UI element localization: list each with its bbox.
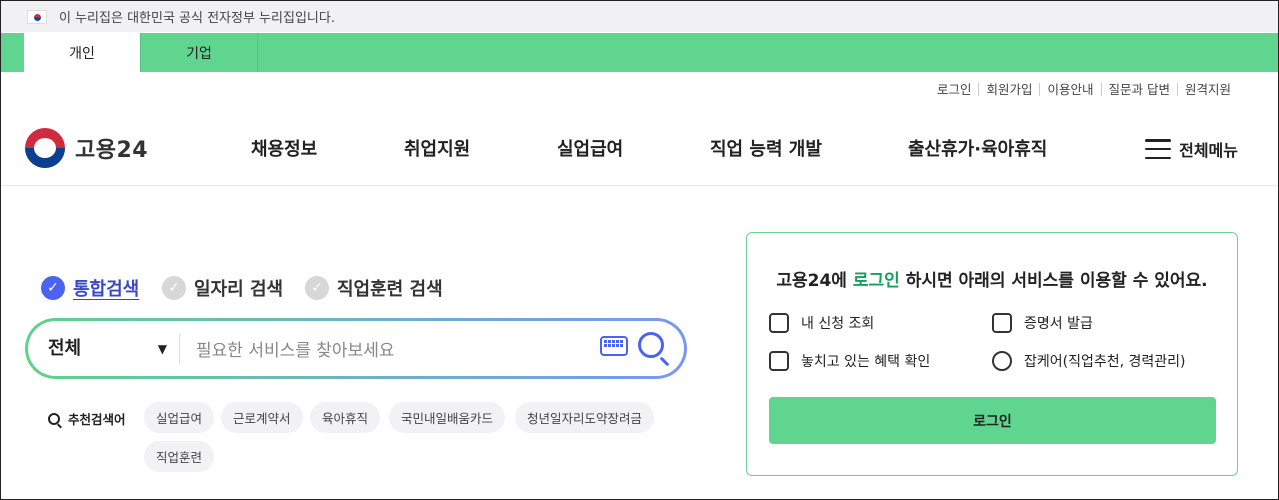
- search-icon: [48, 412, 60, 425]
- hamburger-icon: [1145, 139, 1172, 159]
- header-divider: [1, 185, 1278, 186]
- caret-down-icon: ▼: [157, 341, 167, 356]
- service-label: 증명서 발급: [1024, 316, 1093, 332]
- search-scope-select[interactable]: 전체 ▼: [28, 333, 180, 364]
- qna-link[interactable]: 질문과 답변: [1100, 83, 1177, 96]
- checklist-icon: [769, 313, 789, 333]
- search-box: 전체 ▼ 필요한 서비스를 찾아보세요: [25, 318, 687, 379]
- keyboard-icon[interactable]: [600, 336, 628, 356]
- recommended-label-text: 추천검색어: [68, 412, 126, 427]
- login-link[interactable]: 로그인: [930, 83, 979, 96]
- jobcare-icon: [992, 351, 1012, 371]
- title-text: 하시면 아래의 서비스를 이용할 수 있어요.: [899, 271, 1208, 291]
- login-card-title: 고용24에 로그인 하시면 아래의 서비스를 이용할 수 있어요.: [747, 266, 1237, 291]
- keyword-chip[interactable]: 국민내일배움카드: [389, 402, 506, 433]
- site-logo[interactable]: 고용24: [25, 128, 148, 168]
- taegeuk-logo-icon: [25, 128, 65, 168]
- login-button[interactable]: 로그인: [769, 397, 1216, 444]
- search-type-label: 직업훈련 검색: [337, 279, 443, 300]
- keyword-chip[interactable]: 실업급여: [144, 402, 215, 433]
- signup-link[interactable]: 회원가입: [978, 83, 1039, 96]
- search-type-label: 통합검색: [73, 279, 140, 300]
- service-label: 잡케어(직업추천, 경력관리): [1024, 354, 1186, 370]
- all-menu-label: 전체메뉴: [1179, 141, 1238, 160]
- login-card: 고용24에 로그인 하시면 아래의 서비스를 이용할 수 있어요. 내 신청 조…: [746, 232, 1238, 476]
- search-type-training[interactable]: ✓ 직업훈련 검색: [305, 275, 443, 301]
- remote-support-link[interactable]: 원격지원: [1176, 83, 1238, 96]
- logo-text: 고용24: [75, 138, 149, 163]
- recommended-keywords-label: 추천검색어: [48, 409, 126, 428]
- nav-vocational-training[interactable]: 직업 능력 개발: [710, 135, 822, 161]
- nav-parental-leave[interactable]: 출산휴가·육아휴직: [908, 135, 1047, 161]
- keyword-chip[interactable]: 육아휴직: [310, 402, 381, 433]
- gov-banner-text: 이 누리집은 대한민국 공식 전자정부 누리집입니다.: [59, 11, 335, 26]
- search-icon[interactable]: [638, 332, 664, 358]
- service-missed-benefits: 놓치고 있는 혜택 확인: [769, 351, 930, 371]
- title-text: 고용24에: [776, 271, 853, 291]
- service-label: 놓치고 있는 혜택 확인: [801, 354, 931, 370]
- guide-link[interactable]: 이용안내: [1039, 83, 1100, 96]
- nav-unemployment-benefit[interactable]: 실업급여: [557, 135, 623, 161]
- title-highlight: 로그인: [852, 271, 900, 291]
- user-type-tabs: 개인 기업: [1, 33, 1278, 72]
- nav-employment-support[interactable]: 취업지원: [404, 135, 470, 161]
- tab-business[interactable]: 기업: [141, 33, 258, 72]
- nav-job-info[interactable]: 채용정보: [251, 135, 317, 161]
- keyword-chip[interactable]: 청년일자리도약장려금: [515, 402, 655, 433]
- keyword-chip[interactable]: 근로계약서: [221, 402, 303, 433]
- keyword-chip[interactable]: 직업훈련: [144, 441, 215, 472]
- search-type-jobs[interactable]: ✓ 일자리 검색: [162, 275, 283, 301]
- service-jobcare: 잡케어(직업추천, 경력관리): [992, 351, 1186, 371]
- check-icon: ✓: [305, 276, 329, 300]
- service-certificates: 증명서 발급: [992, 313, 1093, 333]
- gov-banner: 이 누리집은 대한민국 공식 전자정부 누리집입니다.: [1, 1, 1278, 32]
- search-scope-value: 전체: [48, 337, 82, 359]
- korea-flag-icon: [27, 9, 47, 24]
- utility-links: 로그인 회원가입 이용안내 질문과 답변 원격지원: [930, 83, 1238, 96]
- service-my-applications: 내 신청 조회: [769, 313, 874, 333]
- check-icon: ✓: [41, 276, 65, 300]
- document-search-icon: [769, 351, 789, 371]
- certificate-icon: [992, 313, 1012, 333]
- tab-individual[interactable]: 개인: [24, 33, 141, 72]
- search-input[interactable]: 필요한 서비스를 찾아보세요: [196, 336, 395, 361]
- check-icon: ✓: [162, 276, 186, 300]
- search-type-label: 일자리 검색: [194, 279, 284, 300]
- all-menu-button[interactable]: 전체메뉴: [1145, 137, 1238, 161]
- search-type-integrated[interactable]: ✓ 통합검색: [41, 275, 139, 301]
- service-label: 내 신청 조회: [801, 316, 875, 332]
